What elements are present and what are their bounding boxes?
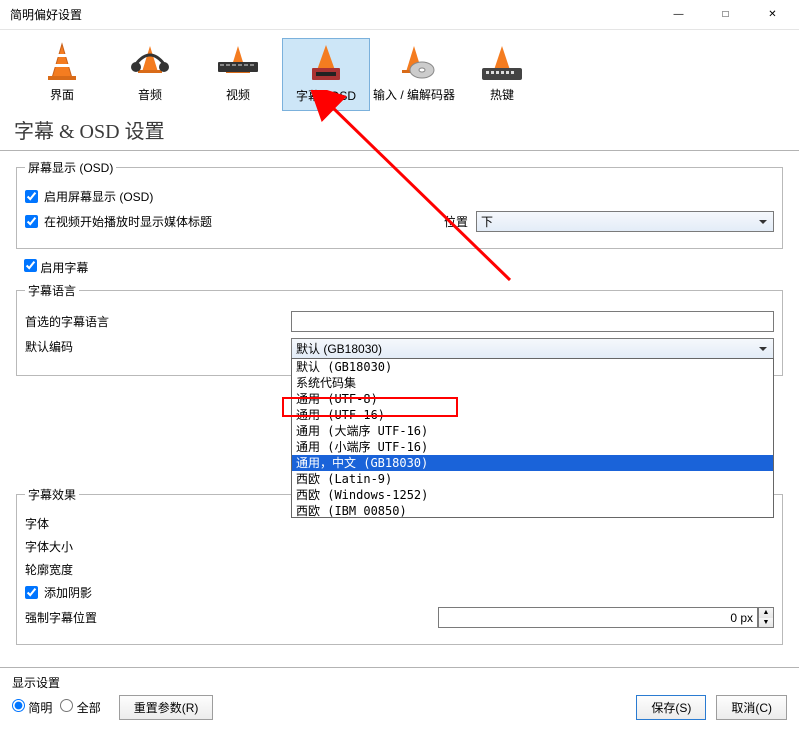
encoding-option[interactable]: 西欧 (Windows-1252) [292,487,773,503]
forcepos-label: 强制字幕位置 [25,609,285,626]
tab-audio[interactable]: 音频 [106,38,194,111]
shadow-label: 添加阴影 [44,584,92,601]
tab-interface[interactable]: 界面 [18,38,106,111]
enable-subtitles-checkbox[interactable]: 启用字幕 [24,261,88,275]
enable-osd-input[interactable] [25,190,38,203]
encoding-value: 默认 (GB18030) [296,340,382,357]
osd-group: 屏幕显示 (OSD) 启用屏幕显示 (OSD) 在视频开始播放时显示媒体标题 位… [16,159,783,249]
encoding-option[interactable]: 通用 (UTF-8) [292,391,773,407]
cone-subtitle-icon [302,43,350,83]
display-settings-label: 显示设置 [12,674,213,691]
footer: 显示设置 简明 全部 重置参数(R) 保存(S) 取消(C) [0,667,799,730]
reset-button[interactable]: 重置参数(R) [119,695,214,720]
title-bar: 简明偏好设置 — □ ✕ [0,0,799,30]
tab-label: 字幕 / OSD [283,87,369,104]
show-title-label: 在视频开始播放时显示媒体标题 [44,213,212,230]
forcepos-input[interactable] [438,607,758,628]
encoding-option[interactable]: 通用，中文 (GB18030) [292,455,773,471]
category-tabs: 界面 音频 视频 字幕 / OSD 输入 / 编解码器 热键 [0,30,799,111]
close-button[interactable]: ✕ [750,1,795,29]
lang-legend: 字幕语言 [25,282,79,299]
show-title-input[interactable] [25,215,38,228]
enable-osd-checkbox[interactable]: 启用屏幕显示 (OSD) [25,188,153,205]
minimize-button[interactable]: — [656,1,701,29]
encoding-select[interactable]: 默认 (GB18030) [291,338,774,359]
tab-label: 界面 [18,86,106,103]
encoding-option[interactable]: 默认 (GB18030) [292,359,773,375]
encoding-option[interactable]: 通用 (小端序 UTF-16) [292,439,773,455]
encoding-option[interactable]: 西欧 (Latin-9) [292,471,773,487]
preferred-lang-input[interactable] [291,311,774,332]
preferred-lang-label: 首选的字幕语言 [25,313,285,330]
subtitle-language-group: 字幕语言 首选的字幕语言 默认编码 默认 (GB18030) 默认 (GB180… [16,282,783,376]
enable-subtitles-label: 启用字幕 [40,261,88,275]
encoding-dropdown-list[interactable]: 默认 (GB18030)系统代码集通用 (UTF-8)通用 (UTF-16)通用… [291,358,774,518]
outline-label: 轮廓宽度 [25,561,285,578]
cone-icon [38,42,86,82]
shadow-input[interactable] [25,586,38,599]
spinner-down-icon[interactable]: ▼ [759,618,773,628]
tab-subtitle-osd[interactable]: 字幕 / OSD [282,38,370,111]
spinner-buttons[interactable]: ▲ ▼ [758,607,774,628]
footer-right: 保存(S) 取消(C) [636,695,787,720]
encoding-label: 默认编码 [25,338,285,355]
cone-keyboard-icon [478,42,526,82]
window-title: 简明偏好设置 [10,6,82,23]
tab-video[interactable]: 视频 [194,38,282,111]
footer-left: 显示设置 简明 全部 重置参数(R) [12,674,213,720]
page-heading: 字幕 & OSD 设置 [0,111,799,151]
tab-label: 热键 [458,86,546,103]
enable-subtitles-input[interactable] [24,259,37,272]
enable-osd-label: 启用屏幕显示 (OSD) [44,188,153,205]
tab-hotkeys[interactable]: 热键 [458,38,546,111]
save-button[interactable]: 保存(S) [636,695,706,720]
cancel-button[interactable]: 取消(C) [716,695,787,720]
window-controls: — □ ✕ [656,1,795,29]
position-select[interactable]: 下 [476,211,774,232]
encoding-option[interactable]: 西欧 (IBM 00850) [292,503,773,518]
position-label: 位置 [444,213,468,230]
fontsize-label: 字体大小 [25,538,285,555]
spinner-up-icon[interactable]: ▲ [759,608,773,618]
cone-film-icon [214,42,262,82]
shadow-checkbox[interactable]: 添加阴影 [25,584,92,601]
tab-label: 音频 [106,86,194,103]
cone-headphones-icon [126,42,174,82]
effect-legend: 字幕效果 [25,486,79,503]
show-title-checkbox[interactable]: 在视频开始播放时显示媒体标题 [25,213,212,230]
encoding-option[interactable]: 通用 (UTF-16) [292,407,773,423]
simple-radio[interactable]: 简明 [12,699,52,716]
encoding-option[interactable]: 系统代码集 [292,375,773,391]
encoding-option[interactable]: 通用 (大端序 UTF-16) [292,423,773,439]
position-value: 下 [481,213,493,230]
maximize-button[interactable]: □ [703,1,748,29]
cone-disc-icon [390,42,438,82]
tab-input-codec[interactable]: 输入 / 编解码器 [370,38,458,111]
tab-label: 视频 [194,86,282,103]
all-radio[interactable]: 全部 [60,699,100,716]
osd-legend: 屏幕显示 (OSD) [25,159,116,176]
font-label: 字体 [25,515,285,532]
tab-label: 输入 / 编解码器 [370,86,458,103]
